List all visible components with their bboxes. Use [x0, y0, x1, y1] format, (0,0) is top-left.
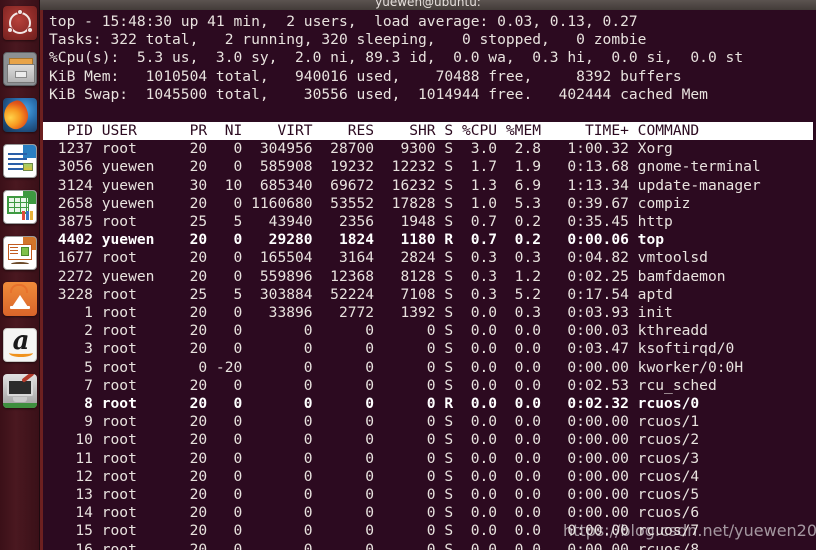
process-row: 2 root 20 0 0 0 0 S 0.0 0.0 0:00.03 kthr… [49, 322, 708, 340]
launcher-item-system-settings[interactable] [0, 368, 39, 414]
process-row: 2658 yuewen 20 0 1160680 53552 17828 S 1… [49, 194, 691, 212]
software-center-icon [3, 282, 37, 316]
launcher-item-software-center[interactable] [0, 276, 39, 322]
process-row: 15 root 20 0 0 0 0 S 0.0 0.0 0:00.00 rcu… [49, 522, 700, 540]
process-row: 8 root 20 0 0 0 0 R 0.0 0.0 0:02.32 rcuo… [49, 395, 700, 413]
launcher-item-ubuntu-dash[interactable] [0, 0, 39, 46]
launcher-item-calc[interactable] [0, 184, 39, 230]
process-row: 3 root 20 0 0 0 0 S 0.0 0.0 0:03.47 ksof… [49, 340, 735, 358]
process-row: 11 root 20 0 0 0 0 S 0.0 0.0 0:00.00 rcu… [49, 449, 700, 467]
process-row: 5 root 0 -20 0 0 0 S 0.0 0.0 0:00.00 kwo… [49, 358, 744, 376]
process-row: 1237 root 20 0 304956 28700 9300 S 3.0 2… [49, 140, 673, 158]
process-row: 2272 yuewen 20 0 559896 12368 8128 S 0.3… [49, 267, 726, 285]
process-row: 1677 root 20 0 165504 3164 2824 S 0.3 0.… [49, 249, 708, 267]
process-table-header: PID USER PR NI VIRT RES SHR S %CPU %MEM … [43, 122, 813, 141]
process-row: 14 root 20 0 0 0 0 S 0.0 0.0 0:00.00 rcu… [49, 504, 700, 522]
firefox-icon [3, 98, 37, 132]
libreoffice-writer-icon [3, 144, 37, 178]
process-row: 3875 root 25 5 43940 2356 1948 S 0.7 0.2… [49, 213, 673, 231]
process-row: 13 root 20 0 0 0 0 S 0.0 0.0 0:00.00 rcu… [49, 486, 700, 504]
desktop-screen: a yuewen@ubuntu: top - 15:48:30 up 41 mi… [0, 0, 816, 550]
process-table-body: 1237 root 20 0 304956 28700 9300 S 3.0 2… [49, 140, 816, 550]
launcher-item-writer[interactable] [0, 138, 39, 184]
terminal-window[interactable]: top - 15:48:30 up 41 min, 2 users, load … [40, 10, 816, 550]
top-summary-line-2: %Cpu(s): 5.3 us, 3.0 sy, 2.0 ni, 89.3 id… [49, 49, 744, 67]
process-row: 4402 yuewen 20 0 29280 1824 1180 R 0.7 0… [49, 231, 665, 249]
window-title: yuewen@ubuntu: [375, 0, 481, 9]
process-row: 12 root 20 0 0 0 0 S 0.0 0.0 0:00.00 rcu… [49, 467, 700, 485]
system-settings-icon [3, 374, 37, 408]
file-manager-icon [3, 52, 37, 86]
process-row: 1 root 20 0 33896 2772 1392 S 0.0 0.3 0:… [49, 304, 673, 322]
top-summary-line-4: KiB Swap: 1045500 total, 30556 used, 101… [49, 85, 708, 103]
process-row: 10 root 20 0 0 0 0 S 0.0 0.0 0:00.00 rcu… [49, 431, 700, 449]
process-row: 9 root 20 0 0 0 0 S 0.0 0.0 0:00.00 rcuo… [49, 413, 700, 431]
window-titlebar[interactable]: yuewen@ubuntu: [40, 0, 816, 10]
process-row: 3124 yuewen 30 10 685340 69672 16232 S 1… [49, 176, 761, 194]
launcher-item-impress[interactable] [0, 230, 39, 276]
launcher-item-firefox[interactable] [0, 92, 39, 138]
launcher-item-amazon[interactable]: a [0, 322, 39, 368]
process-row: 7 root 20 0 0 0 0 S 0.0 0.0 0:02.53 rcu_… [49, 376, 717, 394]
process-row: 16 root 20 0 0 0 0 S 0.0 0.0 0:00.00 rcu… [49, 540, 700, 550]
amazon-icon: a [3, 328, 37, 362]
libreoffice-calc-icon [3, 190, 37, 224]
process-row: 3228 root 25 5 303884 52224 7108 S 0.3 5… [49, 285, 673, 303]
libreoffice-impress-icon [3, 236, 37, 270]
top-summary-line-3: KiB Mem: 1010504 total, 940016 used, 704… [49, 67, 682, 85]
unity-launcher: a [0, 0, 40, 550]
top-summary-line-1: Tasks: 322 total, 2 running, 320 sleepin… [49, 31, 647, 49]
top-summary-block: top - 15:48:30 up 41 min, 2 users, load … [49, 13, 816, 104]
process-row: 3056 yuewen 20 0 585908 19232 12232 S 1.… [49, 158, 761, 176]
launcher-item-files[interactable] [0, 46, 39, 92]
top-summary-line-0: top - 15:48:30 up 41 min, 2 users, load … [49, 13, 638, 30]
ubuntu-logo-icon [3, 6, 37, 40]
